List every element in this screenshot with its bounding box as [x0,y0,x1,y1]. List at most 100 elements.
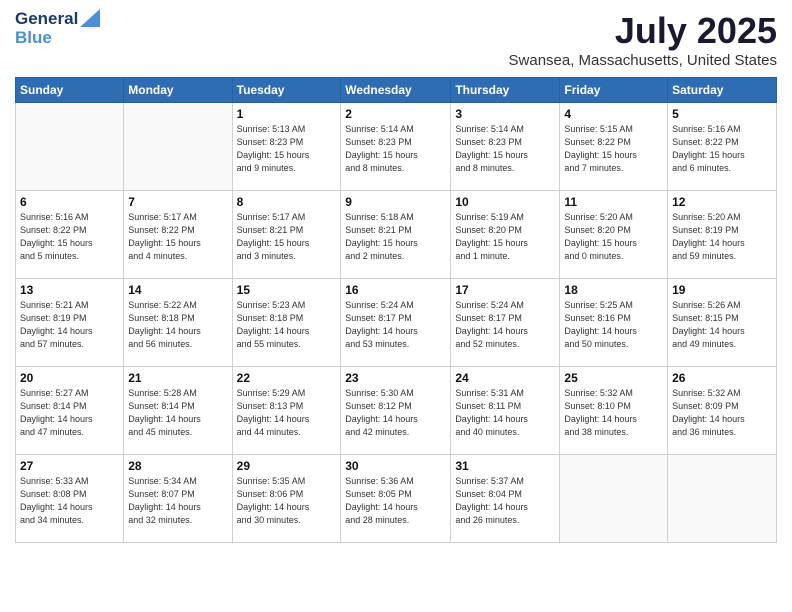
day-number: 15 [237,283,337,297]
day-number: 11 [564,195,663,209]
day-number: 25 [564,371,663,385]
day-info: Sunrise: 5:35 AMSunset: 8:06 PMDaylight:… [237,475,337,527]
day-number: 12 [672,195,772,209]
calendar-cell: 1 Sunrise: 5:13 AMSunset: 8:23 PMDaylight… [232,103,341,191]
calendar-cell: 26 Sunrise: 5:32 AMSunset: 8:09 PMDayligh… [668,367,777,455]
calendar-cell: 8 Sunrise: 5:17 AMSunset: 8:21 PMDaylight… [232,191,341,279]
title-section: July 2025 Swansea, Massachusetts, United… [509,10,777,69]
day-info: Sunrise: 5:23 AMSunset: 8:18 PMDaylight:… [237,299,337,351]
day-info: Sunrise: 5:19 AMSunset: 8:20 PMDaylight:… [455,211,555,263]
calendar-cell: 13Sunrise: 5:21 AMSunset: 8:19 PMDayligh… [16,279,124,367]
calendar-cell [16,103,124,191]
day-number: 16 [345,283,446,297]
calendar-cell [560,455,668,543]
calendar-cell: 18 Sunrise: 5:25 AMSunset: 8:16 PMDayligh… [560,279,668,367]
day-info: Sunrise: 5:37 AMSunset: 8:04 PMDaylight:… [455,475,555,527]
calendar-cell: 23 Sunrise: 5:30 AMSunset: 8:12 PMDayligh… [341,367,451,455]
calendar-cell: 16 Sunrise: 5:24 AMSunset: 8:17 PMDayligh… [341,279,451,367]
day-info: Sunrise: 5:29 AMSunset: 8:13 PMDaylight:… [237,387,337,439]
day-number: 31 [455,459,555,473]
day-number: 5 [672,107,772,121]
day-number: 6 [20,195,119,209]
calendar-cell: 28 Sunrise: 5:34 AMSunset: 8:07 PMDayligh… [124,455,232,543]
calendar-cell: 5 Sunrise: 5:16 AMSunset: 8:22 PMDaylight… [668,103,777,191]
calendar-cell: 3 Sunrise: 5:14 AMSunset: 8:23 PMDaylight… [451,103,560,191]
day-number: 14 [128,283,227,297]
day-number: 22 [237,371,337,385]
day-number: 19 [672,283,772,297]
calendar-cell [668,455,777,543]
calendar-week-row: 1 Sunrise: 5:13 AMSunset: 8:23 PMDaylight… [16,103,777,191]
day-info: Sunrise: 5:24 AMSunset: 8:17 PMDaylight:… [345,299,446,351]
day-number: 4 [564,107,663,121]
calendar-cell: 21 Sunrise: 5:28 AMSunset: 8:14 PMDayligh… [124,367,232,455]
day-info: Sunrise: 5:24 AMSunset: 8:17 PMDaylight:… [455,299,555,351]
calendar-cell: 20 Sunrise: 5:27 AMSunset: 8:14 PMDayligh… [16,367,124,455]
day-info: Sunrise: 5:21 AMSunset: 8:19 PMDaylight:… [20,299,119,351]
calendar-cell: 19Sunrise: 5:26 AMSunset: 8:15 PMDayligh… [668,279,777,367]
calendar-cell: 30 Sunrise: 5:36 AMSunset: 8:05 PMDayligh… [341,455,451,543]
day-info: Sunrise: 5:16 AMSunset: 8:22 PMDaylight:… [20,211,119,263]
day-number: 9 [345,195,446,209]
calendar-header-friday: Friday [560,78,668,103]
calendar-cell: 31 Sunrise: 5:37 AMSunset: 8:04 PMDayligh… [451,455,560,543]
day-info: Sunrise: 5:25 AMSunset: 8:16 PMDaylight:… [564,299,663,351]
day-number: 29 [237,459,337,473]
calendar-week-row: 20 Sunrise: 5:27 AMSunset: 8:14 PMDayligh… [16,367,777,455]
day-number: 1 [237,107,337,121]
calendar-cell: 2Sunrise: 5:14 AMSunset: 8:23 PMDaylight… [341,103,451,191]
calendar-cell: 7 Sunrise: 5:17 AMSunset: 8:22 PMDaylight… [124,191,232,279]
day-number: 7 [128,195,227,209]
calendar-cell: 27 Sunrise: 5:33 AMSunset: 8:08 PMDayligh… [16,455,124,543]
calendar-header-thursday: Thursday [451,78,560,103]
day-number: 27 [20,459,119,473]
calendar-header-monday: Monday [124,78,232,103]
day-info: Sunrise: 5:17 AMSunset: 8:22 PMDaylight:… [128,211,227,263]
day-number: 28 [128,459,227,473]
day-info: Sunrise: 5:27 AMSunset: 8:14 PMDaylight:… [20,387,119,439]
calendar-cell: 12Sunrise: 5:20 AMSunset: 8:19 PMDayligh… [668,191,777,279]
day-number: 23 [345,371,446,385]
day-info: Sunrise: 5:22 AMSunset: 8:18 PMDaylight:… [128,299,227,351]
day-info: Sunrise: 5:16 AMSunset: 8:22 PMDaylight:… [672,123,772,175]
calendar-cell: 29 Sunrise: 5:35 AMSunset: 8:06 PMDayligh… [232,455,341,543]
day-info: Sunrise: 5:17 AMSunset: 8:21 PMDaylight:… [237,211,337,263]
day-info: Sunrise: 5:14 AMSunset: 8:23 PMDaylight:… [455,123,555,175]
calendar-cell: 24 Sunrise: 5:31 AMSunset: 8:11 PMDayligh… [451,367,560,455]
calendar-cell: 4Sunrise: 5:15 AMSunset: 8:22 PMDaylight… [560,103,668,191]
day-number: 24 [455,371,555,385]
main-title: July 2025 [509,10,777,52]
day-number: 20 [20,371,119,385]
header: General Blue July 2025 Swansea, Massachu… [15,10,777,69]
subtitle: Swansea, Massachusetts, United States [509,52,777,69]
calendar-header-wednesday: Wednesday [341,78,451,103]
day-info: Sunrise: 5:32 AMSunset: 8:09 PMDaylight:… [672,387,772,439]
day-info: Sunrise: 5:30 AMSunset: 8:12 PMDaylight:… [345,387,446,439]
calendar-cell: 17Sunrise: 5:24 AMSunset: 8:17 PMDayligh… [451,279,560,367]
day-info: Sunrise: 5:31 AMSunset: 8:11 PMDaylight:… [455,387,555,439]
day-info: Sunrise: 5:13 AMSunset: 8:23 PMDaylight:… [237,123,337,175]
calendar-cell: 22 Sunrise: 5:29 AMSunset: 8:13 PMDayligh… [232,367,341,455]
day-info: Sunrise: 5:34 AMSunset: 8:07 PMDaylight:… [128,475,227,527]
day-info: Sunrise: 5:33 AMSunset: 8:08 PMDaylight:… [20,475,119,527]
calendar-cell: 6 Sunrise: 5:16 AMSunset: 8:22 PMDaylight… [16,191,124,279]
day-number: 18 [564,283,663,297]
calendar-cell: 15 Sunrise: 5:23 AMSunset: 8:18 PMDayligh… [232,279,341,367]
calendar-cell: 25 Sunrise: 5:32 AMSunset: 8:10 PMDayligh… [560,367,668,455]
calendar-week-row: 13Sunrise: 5:21 AMSunset: 8:19 PMDayligh… [16,279,777,367]
day-number: 3 [455,107,555,121]
day-number: 8 [237,195,337,209]
calendar-header-tuesday: Tuesday [232,78,341,103]
day-info: Sunrise: 5:32 AMSunset: 8:10 PMDaylight:… [564,387,663,439]
day-number: 26 [672,371,772,385]
day-info: Sunrise: 5:36 AMSunset: 8:05 PMDaylight:… [345,475,446,527]
calendar-header-sunday: Sunday [16,78,124,103]
day-info: Sunrise: 5:28 AMSunset: 8:14 PMDaylight:… [128,387,227,439]
day-number: 21 [128,371,227,385]
day-number: 30 [345,459,446,473]
day-info: Sunrise: 5:20 AMSunset: 8:20 PMDaylight:… [564,211,663,263]
calendar-cell: 14 Sunrise: 5:22 AMSunset: 8:18 PMDayligh… [124,279,232,367]
logo-triangle-icon [80,9,100,27]
logo: General Blue [15,10,100,48]
calendar-week-row: 27 Sunrise: 5:33 AMSunset: 8:08 PMDayligh… [16,455,777,543]
